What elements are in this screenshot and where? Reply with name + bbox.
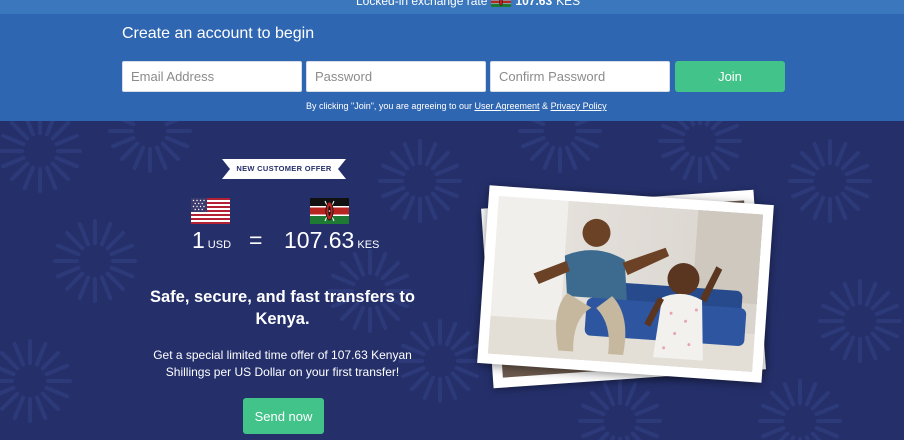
- ribbon-label: NEW CUSTOMER OFFER: [236, 164, 332, 173]
- terms-and: &: [542, 101, 549, 111]
- us-flag-icon: [191, 198, 230, 224]
- offer-hero: NEW CUSTOMER OFFER 1 USD = 107.63 KES Sa…: [0, 121, 904, 440]
- to-amount: 107.63 KES: [284, 227, 379, 254]
- exchange-rate-text: Locked-in exchange rate 107.63 KES: [356, 0, 580, 8]
- from-amount-value: 1: [192, 227, 205, 253]
- equals-sign: =: [249, 227, 263, 253]
- terms-notice: By clicking "Join", you are agreeing to …: [306, 101, 607, 111]
- family-photo: [477, 185, 774, 383]
- join-button[interactable]: Join: [675, 61, 785, 92]
- to-amount-value: 107.63: [284, 227, 355, 253]
- user-agreement-link[interactable]: User Agreement: [475, 101, 540, 111]
- exchange-rate-currency: KES: [556, 0, 581, 8]
- from-currency: USD: [207, 239, 232, 251]
- privacy-policy-link[interactable]: Privacy Policy: [551, 101, 607, 111]
- exchange-rate-value: 107.63: [515, 0, 553, 8]
- exchange-rate-label: Locked-in exchange rate: [356, 0, 488, 8]
- to-currency: KES: [357, 239, 380, 251]
- password-field[interactable]: [306, 61, 486, 92]
- email-field[interactable]: [122, 61, 302, 92]
- new-customer-ribbon: NEW CUSTOMER OFFER: [222, 159, 346, 179]
- exchange-rate-strip: Locked-in exchange rate 107.63 KES: [0, 0, 904, 14]
- from-amount: 1 USD: [192, 227, 231, 254]
- send-now-button[interactable]: Send now: [243, 398, 324, 434]
- offer-description: Get a special limited time offer of 107.…: [153, 348, 412, 379]
- offer-headline: Safe, secure, and fast transfers to Keny…: [149, 288, 415, 328]
- signup-band: Create an account to begin Join By click…: [0, 14, 904, 121]
- kenya-flag-icon: [310, 198, 349, 224]
- confirm-password-field[interactable]: [490, 61, 670, 92]
- father-and-child-image: [487, 195, 764, 373]
- kenya-flag-icon: [491, 0, 512, 7]
- terms-prefix: By clicking "Join", you are agreeing to …: [306, 101, 472, 111]
- signup-title: Create an account to begin: [122, 25, 315, 42]
